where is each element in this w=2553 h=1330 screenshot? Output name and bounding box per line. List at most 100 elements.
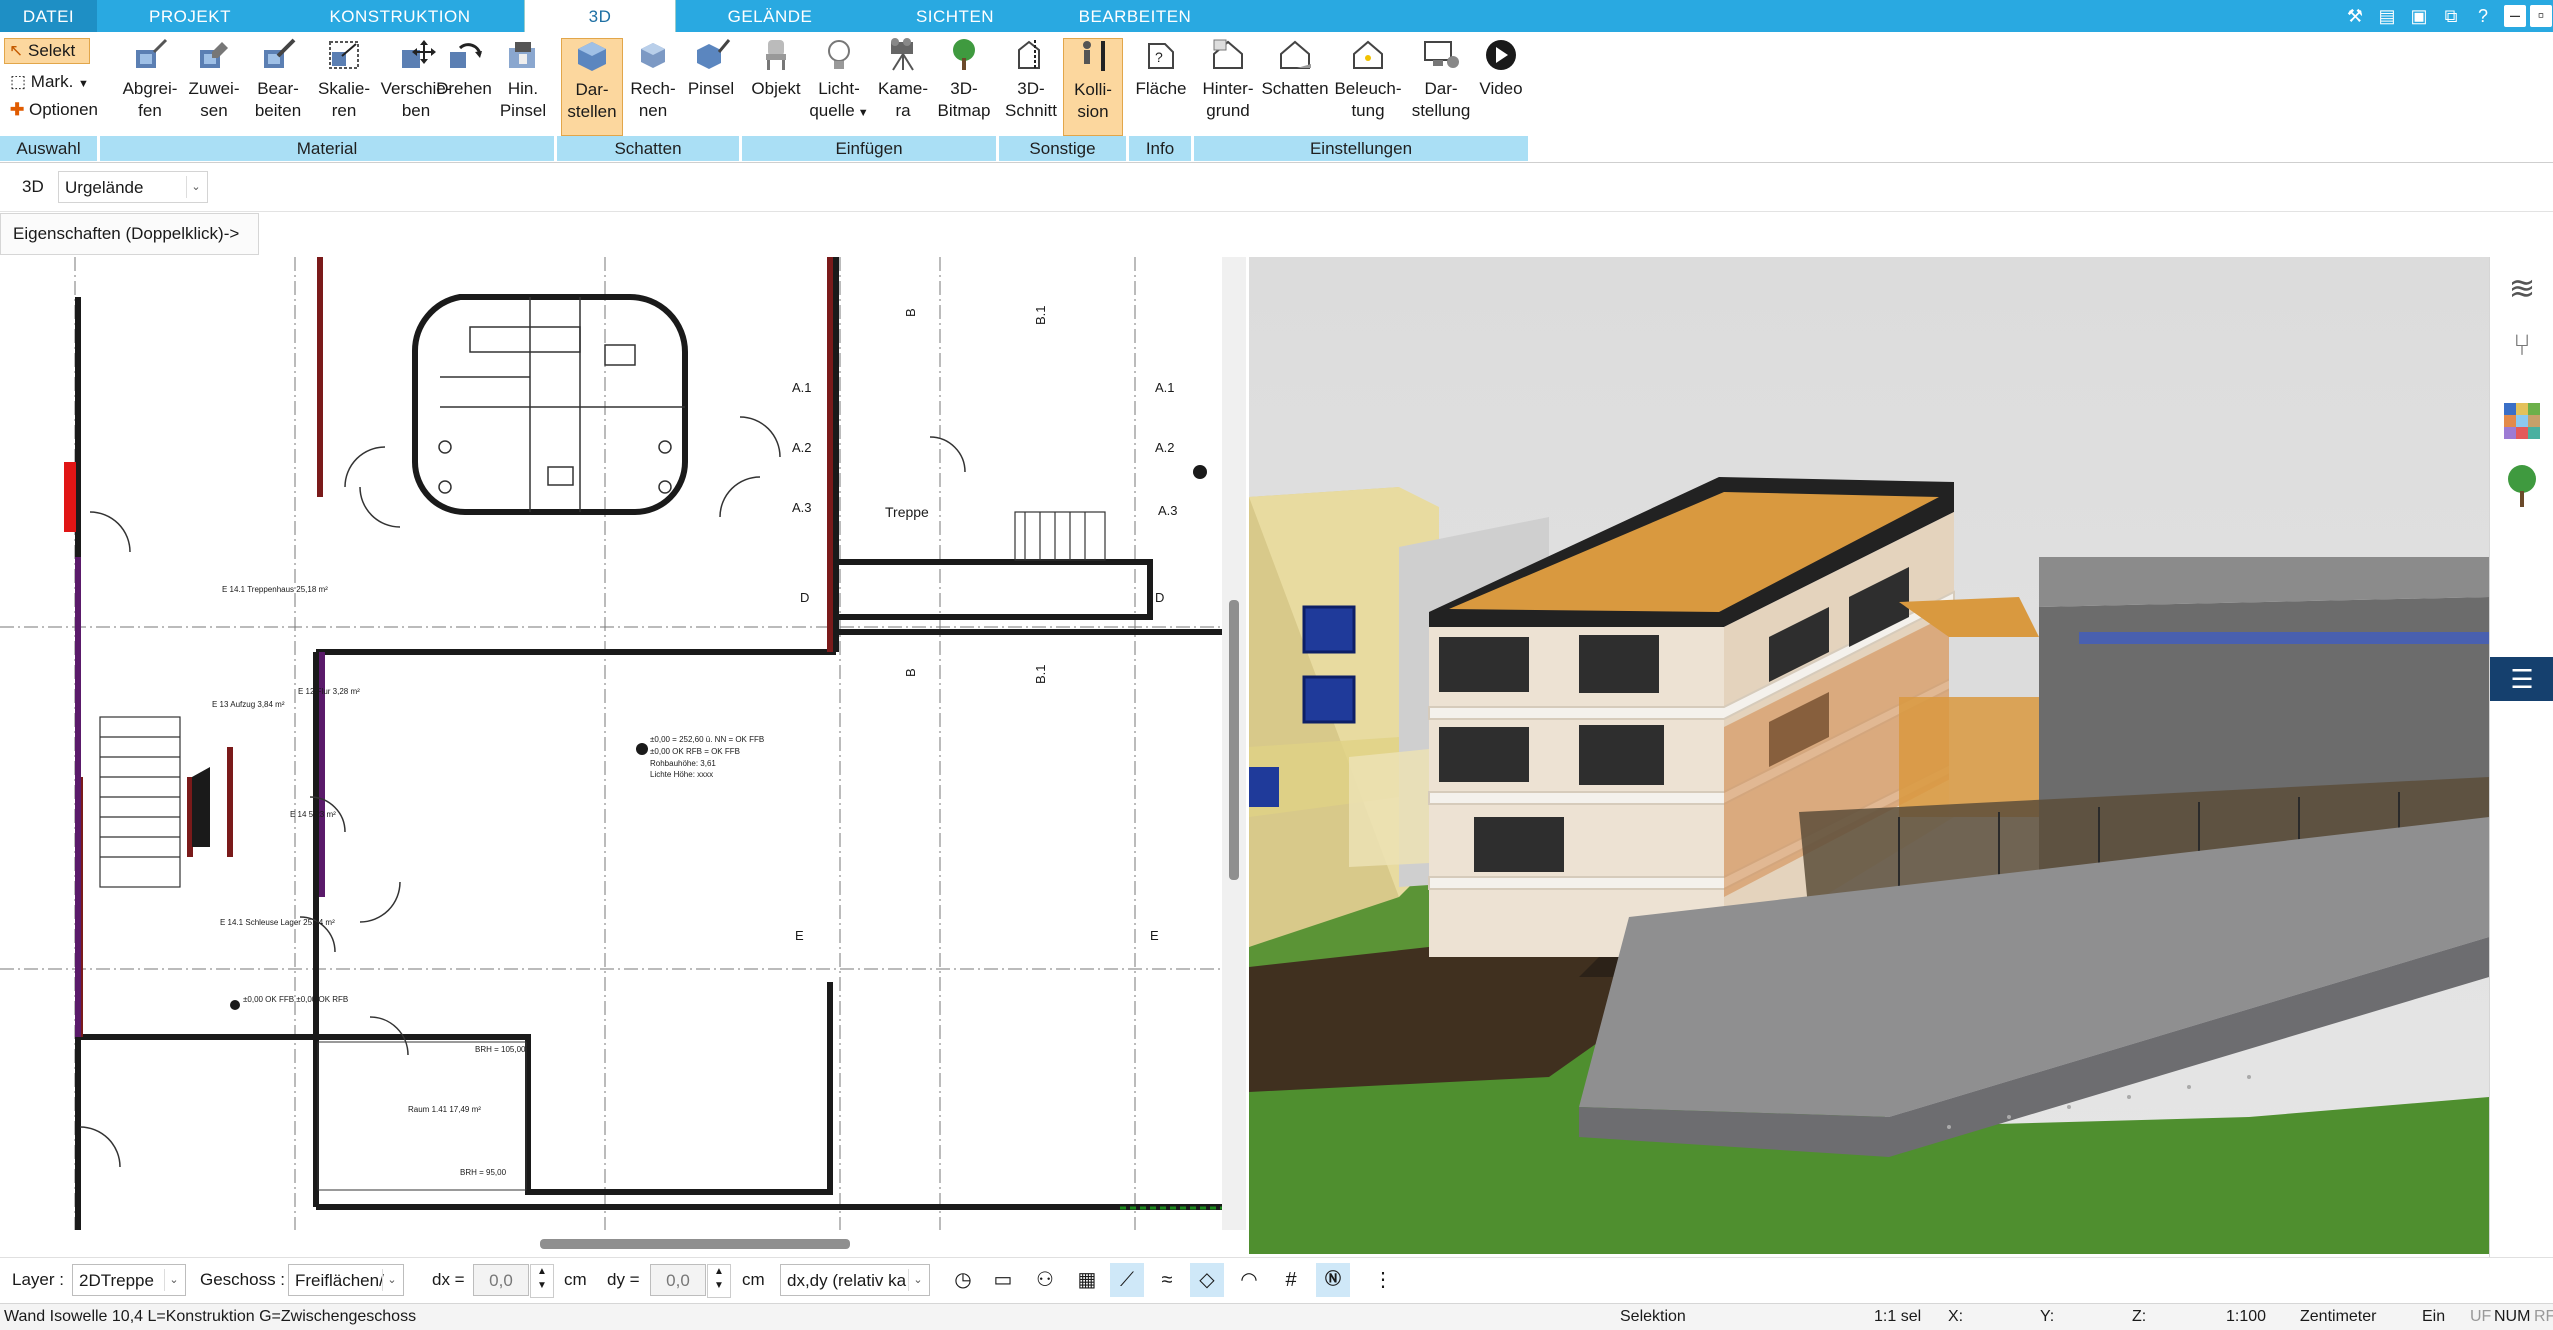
dx-input[interactable]: 0,0 — [473, 1264, 529, 1296]
options-button[interactable]: ✚ Optionen — [6, 98, 110, 122]
house-background-icon — [1213, 39, 1243, 69]
tab-bearbeiten[interactable]: BEARBEITEN — [1045, 0, 1225, 32]
grid-icon[interactable]: # — [1274, 1263, 1308, 1297]
insert-light-button[interactable]: Licht- quelle ▼ — [808, 38, 870, 134]
chevron-down-icon: ⌄ — [908, 1269, 927, 1291]
elevator-shaft-mark — [192, 767, 210, 847]
insert-camera-button[interactable]: Kame- ra — [874, 38, 932, 134]
window-tile-icon[interactable]: ▣ — [2406, 3, 2432, 29]
rainbow-icon[interactable]: ◠ — [1232, 1263, 1266, 1297]
plant-catalog-icon[interactable] — [2502, 465, 2542, 511]
axis-b-top: B — [903, 308, 918, 317]
floor-plan-view[interactable]: Treppe A.1 A.1 A.2 A.2 A.3 A.3 D D E E B… — [0, 257, 1223, 1230]
pick-material-button[interactable]: Abgrei- fen — [120, 38, 180, 134]
chevron-down-icon: ⌄ — [382, 1269, 401, 1291]
layer-plane-icon[interactable]: ◇ — [1190, 1263, 1224, 1297]
3d-scene — [1249, 257, 2489, 1254]
status-y: Y: — [2040, 1308, 2055, 1325]
scale-icon — [329, 41, 359, 69]
dy-label: dy = — [607, 1270, 640, 1289]
tab-projekt[interactable]: PROJEKT — [120, 0, 260, 32]
brh-top-label: BRH = 105,00 — [475, 1045, 526, 1054]
calculate-shadow-button[interactable]: Rech- nen — [625, 38, 681, 134]
3d-section-button[interactable]: 3D- Schnitt — [1001, 38, 1061, 134]
coordinate-mode-select[interactable]: dx,dy (relativ ka ⌄ — [780, 1264, 930, 1296]
scale-material-button[interactable]: Skalie- ren — [312, 38, 376, 134]
snap-line-icon[interactable]: ⟋ — [1110, 1263, 1144, 1297]
select-button[interactable]: ↖ Selekt — [4, 38, 90, 64]
chevron-down-icon: ▼ — [854, 107, 869, 119]
hint-brush-button[interactable]: Hin. Pinsel — [496, 38, 550, 134]
dy-stepper[interactable]: ▲ ▼ — [707, 1264, 731, 1298]
plan-vertical-scroll-thumb[interactable] — [1229, 600, 1239, 880]
group-label-info: Info — [1129, 136, 1191, 161]
paint-icon[interactable]: ▦ — [1070, 1263, 1104, 1297]
minimize-icon[interactable]: – — [2504, 5, 2526, 27]
print-icon[interactable]: ▤ — [2374, 3, 2400, 29]
rotate-material-button[interactable]: Drehen — [432, 38, 496, 134]
plan-horizontal-scroll-thumb[interactable] — [540, 1239, 850, 1249]
north-icon[interactable]: Ⓝ — [1316, 1263, 1350, 1297]
help-icon[interactable]: ? — [2470, 3, 2496, 29]
insert-bitmap-button[interactable]: 3D- Bitmap — [934, 38, 994, 134]
elevation-label-4: Lichte Höhe: xxxx — [650, 770, 713, 779]
status-message: Wand Isowelle 10,4 L=Konstruktion G=Zwis… — [4, 1308, 417, 1325]
panel-menu-icon[interactable]: ☰ — [2490, 657, 2553, 701]
tab-datei[interactable]: DATEI — [0, 0, 97, 32]
rotate-icon — [450, 43, 482, 68]
mark-button[interactable]: ⬚ Mark. ▼ — [6, 70, 98, 94]
shadow-brush-button[interactable]: Pinsel — [683, 38, 739, 134]
dx-stepper[interactable]: ▲ ▼ — [530, 1264, 554, 1298]
area-question-icon: ? — [1148, 43, 1174, 69]
bottom-toolbar: Layer : 2DTreppe ⌄ Geschoss : Freifläche… — [0, 1257, 2553, 1304]
tab-sichten[interactable]: SICHTEN — [885, 0, 1025, 32]
collision-button[interactable]: Kolli- sion — [1063, 38, 1123, 136]
tools-icon[interactable]: ⚒ — [2342, 3, 2368, 29]
people-icon[interactable]: ⚇ — [1028, 1263, 1062, 1297]
group-info: ? Fläche Info — [1129, 32, 1192, 162]
axis-a3-right: A.3 — [1158, 503, 1178, 518]
tab-3d[interactable]: 3D — [524, 0, 676, 32]
show-shadow-button[interactable]: Dar- stellen — [561, 38, 623, 136]
clock-icon[interactable]: ◷ — [946, 1263, 980, 1297]
snap-curve-icon[interactable]: ≈ — [1150, 1263, 1184, 1297]
display-settings-button[interactable]: Dar- stellung — [1406, 38, 1476, 134]
solar-panels — [2079, 632, 2489, 644]
area-button[interactable]: ? Fläche — [1131, 38, 1191, 134]
sanitary-core — [411, 294, 688, 515]
chair-catalog-icon[interactable]: ⑂ — [2502, 329, 2542, 369]
tree-icon — [953, 39, 975, 70]
insert-object-button[interactable]: Objekt — [746, 38, 806, 134]
room-flur-label: E 12 Flur 3,28 m² — [298, 687, 360, 696]
3d-view[interactable] — [1249, 257, 2489, 1254]
layers-icon[interactable]: ≋ — [2502, 269, 2542, 309]
material-palette-icon[interactable] — [2504, 403, 2540, 439]
shadow-settings-button[interactable]: Schatten — [1260, 38, 1330, 134]
assign-material-button[interactable]: Zuwei- sen — [184, 38, 244, 134]
dy-input[interactable]: 0,0 — [650, 1264, 706, 1296]
highlighted-walls — [77, 257, 833, 1037]
chair-icon — [766, 40, 786, 70]
group-label-auswahl: Auswahl — [0, 136, 97, 161]
dx-unit: cm — [564, 1270, 587, 1289]
video-button[interactable]: Video — [1474, 38, 1528, 134]
more-options-icon[interactable]: ⋮ — [1366, 1263, 1400, 1297]
restore-icon[interactable]: ▫ — [2530, 5, 2552, 27]
lighting-button[interactable]: Beleuch- tung — [1328, 38, 1408, 134]
cube-icon — [578, 42, 606, 71]
tab-konstruktion[interactable]: KONSTRUKTION — [300, 0, 500, 32]
edit-material-button[interactable]: Bear- beiten — [246, 38, 310, 134]
group-label-sonstige: Sonstige — [999, 136, 1126, 161]
view-mode-label: 3D — [22, 177, 44, 196]
group-label-einstellungen: Einstellungen — [1194, 136, 1528, 161]
monitor-icon[interactable]: ▭ — [986, 1263, 1020, 1297]
geschoss-select[interactable]: Freiflächen/ ⌄ — [288, 1264, 404, 1296]
layer-select[interactable]: 2DTreppe ⌄ — [72, 1264, 186, 1296]
section-icon — [1018, 40, 1040, 70]
window-cascade-icon[interactable]: ⧉ — [2438, 3, 2464, 29]
properties-hint[interactable]: Eigenschaften (Doppelklick)-> — [0, 213, 259, 255]
terrain-select[interactable]: Urgelände ⌄ — [58, 171, 208, 203]
background-button[interactable]: Hinter- grund — [1196, 38, 1260, 134]
elevation-label-1: ±0,00 = 252,60 ü. NN = OK FFB — [650, 735, 764, 744]
tab-gelaende[interactable]: GELÄNDE — [700, 0, 840, 32]
